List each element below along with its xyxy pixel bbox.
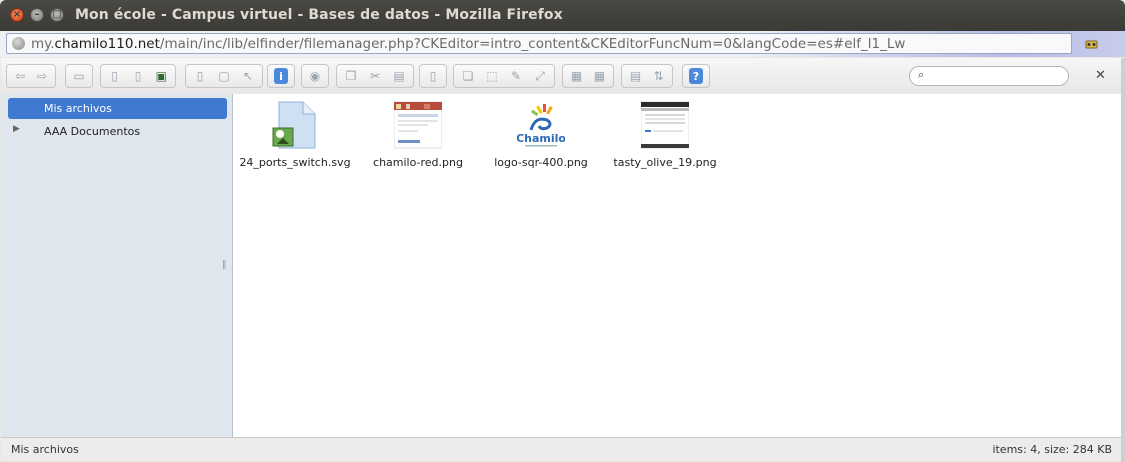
info-group: i	[267, 64, 295, 88]
window-close-button[interactable]: ×	[10, 8, 24, 22]
status-bar: Mis archivos items: 4, size: 284 KB	[1, 437, 1121, 460]
file-grid: 24_ports_switch.svg chamilo-red.png Cham…	[233, 94, 1121, 437]
upload-icon[interactable]: ▯	[128, 66, 147, 86]
cut-icon[interactable]: ✂	[365, 66, 385, 86]
archive-group: ▦ ▦	[562, 64, 614, 88]
resize-grip-icon[interactable]: ‖	[222, 260, 227, 270]
home-group: ▭	[65, 64, 93, 88]
duplicate-icon[interactable]: ❏	[458, 66, 478, 86]
archive-icon[interactable]: ▦	[567, 66, 586, 86]
tree-item-label: Mis archivos	[44, 102, 112, 115]
search-box[interactable]: ⌕	[909, 66, 1069, 86]
file-name: 24_ports_switch.svg	[239, 156, 351, 169]
globe-icon[interactable]	[12, 37, 25, 50]
display-group: ▤ ⇅	[621, 64, 673, 88]
screenshot-thumbnail	[640, 100, 690, 150]
computer-icon[interactable]: ▭	[70, 66, 88, 86]
info-icon[interactable]: i	[274, 68, 288, 84]
file-item[interactable]: 24_ports_switch.svg	[234, 98, 356, 169]
delete-icon[interactable]: ▯	[424, 66, 442, 86]
screenshot-thumbnail	[393, 100, 443, 150]
resize-icon[interactable]: ⤢	[530, 66, 550, 86]
preview-eye-icon[interactable]: ◉	[306, 66, 324, 86]
close-icon: ×	[12, 9, 22, 20]
expand-arrow-icon[interactable]: ▶	[13, 124, 20, 134]
cursor-icon[interactable]: ↖	[238, 66, 258, 86]
folder-tree: Mis archivos ▶ AAA Documentos ‖	[1, 94, 233, 437]
copy-icon[interactable]: ❐	[341, 66, 361, 86]
nav-group: ⇦ ⇨	[6, 64, 56, 88]
window-maximize-button[interactable]: □	[50, 8, 64, 22]
window-minimize-button[interactable]: –	[30, 8, 44, 22]
search-icon: ⌕	[918, 68, 925, 81]
svg-text:Chamilo: Chamilo	[517, 132, 565, 145]
edit-file-icon[interactable]: ✎	[506, 66, 526, 86]
maximize-icon: □	[52, 9, 62, 20]
file-item[interactable]: chamilo-red.png	[357, 98, 479, 169]
tree-item-label: AAA Documentos	[44, 125, 141, 138]
tree-item-mis-archivos[interactable]: Mis archivos	[8, 98, 227, 119]
url-bar[interactable]: my.chamilo110.net/main/inc/lib/elfinder/…	[6, 33, 1072, 54]
svg-file-icon	[271, 100, 319, 150]
disk-icon[interactable]: ▢	[214, 66, 234, 86]
file-name: chamilo-red.png	[373, 156, 463, 169]
url-row: my.chamilo110.net/main/inc/lib/elfinder/…	[0, 31, 1125, 57]
back-icon[interactable]: ⇦	[11, 66, 29, 86]
status-path: Mis archivos	[11, 443, 79, 456]
book-icon[interactable]: ▯	[190, 66, 210, 86]
status-summary: items: 4, size: 284 KB	[992, 443, 1112, 456]
chamilo-logo-thumbnail: Chamilo	[516, 100, 566, 150]
window-frame	[1121, 58, 1125, 462]
edit-group: ▯ ▢ ↖	[185, 64, 263, 88]
select-icon[interactable]: ⬚	[482, 66, 502, 86]
close-dialog-icon[interactable]: ✕	[1095, 68, 1106, 83]
elfinder-toolbar: ⇦ ⇨ ▭ ▯ ▯ ▣ ▯ ▢ ↖ i ◉ ❐ ✂ ▤ ▯ ❏ ⬚ ✎ ⤢ ▦ …	[1, 58, 1121, 95]
window-titlebar: × – □ Mon école - Campus virtuel - Bases…	[0, 0, 1125, 31]
url-text[interactable]: my.chamilo110.net/main/inc/lib/elfinder/…	[31, 36, 905, 52]
help-icon[interactable]: ?	[689, 68, 703, 84]
view-group: ◉	[301, 64, 329, 88]
window-title: Mon école - Campus virtuel - Bases de da…	[75, 7, 563, 23]
file-group: ▯ ▯ ▣	[100, 64, 176, 88]
minimize-icon: –	[34, 9, 40, 20]
sort-icon[interactable]: ⇅	[649, 66, 668, 86]
file-name: logo-sqr-400.png	[494, 156, 588, 169]
file-item[interactable]: tasty_olive_19.png	[604, 98, 726, 169]
paste-icon[interactable]: ▤	[389, 66, 409, 86]
extension-icon[interactable]	[1083, 35, 1101, 53]
save-icon[interactable]: ▣	[152, 66, 171, 86]
tree-item-aaa-documentos[interactable]: ▶ AAA Documentos	[8, 121, 227, 142]
forward-icon[interactable]: ⇨	[33, 66, 51, 86]
open-file-icon[interactable]: ▯	[105, 66, 124, 86]
list-view-icon[interactable]: ▤	[626, 66, 645, 86]
tools-group: ❏ ⬚ ✎ ⤢	[453, 64, 555, 88]
search-input[interactable]	[932, 68, 1066, 85]
delete-group: ▯	[419, 64, 447, 88]
extract-icon[interactable]: ▦	[590, 66, 609, 86]
clipboard-group: ❐ ✂ ▤	[336, 64, 414, 88]
help-group: ?	[682, 64, 710, 88]
file-name: tasty_olive_19.png	[613, 156, 717, 169]
file-item[interactable]: Chamilo logo-sqr-400.png	[480, 98, 602, 169]
